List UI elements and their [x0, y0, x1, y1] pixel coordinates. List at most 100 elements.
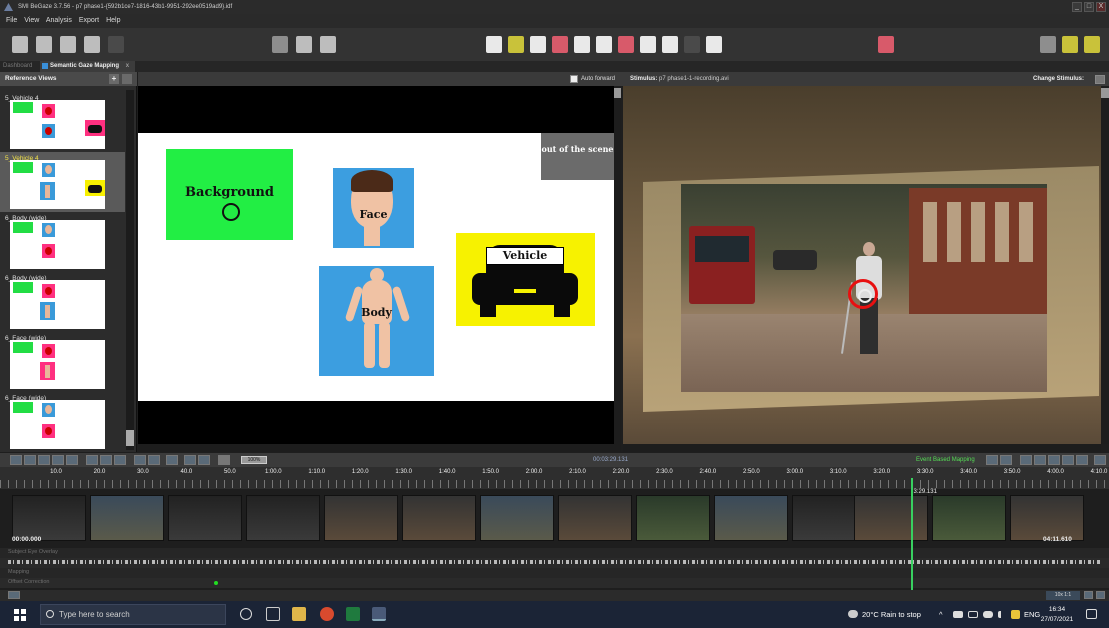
bee-swarm-icon[interactable] [574, 36, 590, 53]
zoom-out-icon[interactable] [10, 455, 22, 465]
reference-settings-icon[interactable] [122, 74, 132, 84]
stimulus-video-panel[interactable] [623, 86, 1101, 444]
reference-view-item[interactable]: 6_Face (wide) [0, 332, 125, 392]
semantic-gaze-icon[interactable] [878, 36, 894, 53]
subject-eye-overlay-track[interactable]: Subject Eye Overlay [0, 548, 1109, 558]
close-button[interactable]: X [1096, 2, 1106, 12]
timeline-ruler[interactable]: 10.0 20.0 30.0 40.0 50.0 1:00.0 1:10.0 1:20.0 1:… [0, 467, 1109, 489]
timeline-zoom-in-icon[interactable] [1096, 591, 1105, 599]
task-view-icon[interactable] [266, 607, 280, 621]
tab-semantic-gaze-mapping[interactable]: Semantic Gaze Mapping x [40, 61, 136, 72]
weather-text[interactable]: 20°C Rain to stop [862, 601, 921, 628]
menu-export[interactable]: Export [79, 17, 99, 24]
timeline-zoom-out-icon[interactable] [1084, 591, 1093, 599]
scrollbar-thumb[interactable] [614, 88, 621, 98]
aoi-editor-icon[interactable] [618, 36, 634, 53]
reference-view-item[interactable]: 6_Body (wide) [0, 272, 125, 332]
zoom-in-icon[interactable] [66, 455, 78, 465]
video-actual-size-icon[interactable] [1062, 455, 1074, 465]
reference-image-scrollbar[interactable] [614, 86, 621, 444]
change-stimulus-button[interactable] [1095, 75, 1105, 84]
skip-to-start-icon[interactable] [86, 455, 98, 465]
menu-help[interactable]: Help [106, 17, 120, 24]
collapse-timeline-icon[interactable] [8, 591, 20, 599]
aoi-vehicle[interactable]: Vehicle [456, 233, 595, 326]
minimize-button[interactable]: _ [1072, 2, 1082, 12]
loop-icon[interactable] [166, 455, 178, 465]
scrollbar-thumb[interactable] [126, 430, 134, 446]
tray-overflow-icon[interactable]: ^ [939, 601, 943, 628]
gridded-aoi-icon[interactable] [684, 36, 700, 53]
reference-views-scrollbar[interactable] [126, 90, 134, 450]
play-icon[interactable] [114, 455, 126, 465]
aoi-out-of-scene[interactable]: out of the scene [541, 133, 614, 180]
fit-width-icon[interactable] [38, 455, 50, 465]
skip-to-end-icon[interactable] [148, 455, 160, 465]
windows-start-icon[interactable] [14, 609, 26, 621]
reference-view-item[interactable]: 6_Body (wide) [0, 212, 125, 272]
video-zoom-in-icon[interactable] [1076, 455, 1088, 465]
mapping-track[interactable] [0, 558, 1109, 568]
line-graph-icon[interactable] [662, 36, 678, 53]
maximize-button[interactable]: □ [1084, 2, 1094, 12]
heatmap-icon[interactable] [508, 36, 524, 53]
scanpath-icon[interactable] [530, 36, 546, 53]
clear-mapping-icon[interactable] [218, 455, 230, 465]
scrollbar-thumb[interactable] [1101, 88, 1109, 98]
video-hscrollbar[interactable] [623, 444, 1101, 452]
onedrive-icon[interactable] [983, 611, 993, 618]
timeline-playhead[interactable] [910, 478, 913, 590]
previous-event-icon[interactable] [184, 455, 196, 465]
step-back-icon[interactable] [100, 455, 112, 465]
menu-file[interactable]: File [6, 17, 17, 24]
taskbar-search-input[interactable]: Type here to search [40, 604, 226, 625]
aoi-body[interactable]: Body [319, 266, 434, 376]
reference-image-hscrollbar[interactable] [138, 444, 621, 452]
video-thumbnail-strip[interactable]: 00:00.000 04:11.610 [0, 489, 1109, 547]
file-explorer-icon[interactable] [292, 607, 306, 621]
mode-list-icon[interactable] [986, 455, 998, 465]
reference-view-item-selected[interactable]: 5_Vehicle 4 [0, 152, 125, 212]
sequence-chart-icon[interactable] [706, 36, 722, 53]
weather-icon[interactable] [848, 610, 858, 618]
volume-tray-icon[interactable] [998, 611, 1007, 618]
menu-analysis[interactable]: Analysis [46, 17, 72, 24]
binoculars-icon[interactable] [320, 36, 336, 53]
aoi-background[interactable]: Background [166, 149, 293, 240]
print-icon[interactable] [84, 36, 100, 53]
step-forward-icon[interactable] [134, 455, 146, 465]
video-zoom-out-icon[interactable] [1020, 455, 1032, 465]
begaze-taskbar-icon[interactable] [372, 607, 386, 621]
event-statistics-icon[interactable] [640, 36, 656, 53]
cortana-icon[interactable] [240, 608, 252, 620]
system-clock[interactable]: 16:34 27/07/2021 [1040, 605, 1074, 625]
menu-view[interactable]: View [24, 17, 39, 24]
security-icon[interactable] [1011, 610, 1020, 619]
add-reference-button[interactable]: + [109, 74, 119, 84]
offset-correction-track[interactable]: Offset Correction [0, 578, 1109, 588]
export-metrics-icon[interactable] [1062, 36, 1078, 53]
open-folder-icon[interactable] [36, 36, 52, 53]
zoom-fit-icon[interactable] [24, 455, 36, 465]
volume-icon[interactable] [1094, 455, 1106, 465]
chart-icon[interactable] [296, 36, 312, 53]
reference-view-item[interactable]: 6_Face (wide) [0, 392, 125, 452]
playback-speed-select[interactable]: 100% [241, 456, 267, 464]
video-zoom-fit-icon[interactable] [1034, 455, 1046, 465]
sigma-icon[interactable] [1040, 36, 1056, 53]
focus-map-icon[interactable] [552, 36, 568, 53]
auto-forward-checkbox[interactable] [570, 75, 578, 83]
actual-size-icon[interactable] [52, 455, 64, 465]
offset-marker[interactable] [214, 581, 218, 585]
chrome-icon[interactable] [320, 607, 334, 621]
next-event-icon[interactable] [198, 455, 210, 465]
network-icon[interactable] [968, 611, 978, 618]
notifications-icon[interactable] [1086, 609, 1097, 619]
aoi-face[interactable]: Face [333, 168, 414, 248]
grid-icon[interactable] [486, 36, 502, 53]
save-icon[interactable] [60, 36, 76, 53]
reference-image[interactable]: Background Face Body Vehicle out of the … [138, 133, 614, 401]
excel-icon[interactable] [346, 607, 360, 621]
tab-close-icon[interactable]: x [126, 63, 129, 69]
language-indicator[interactable]: ENG [1024, 601, 1040, 628]
